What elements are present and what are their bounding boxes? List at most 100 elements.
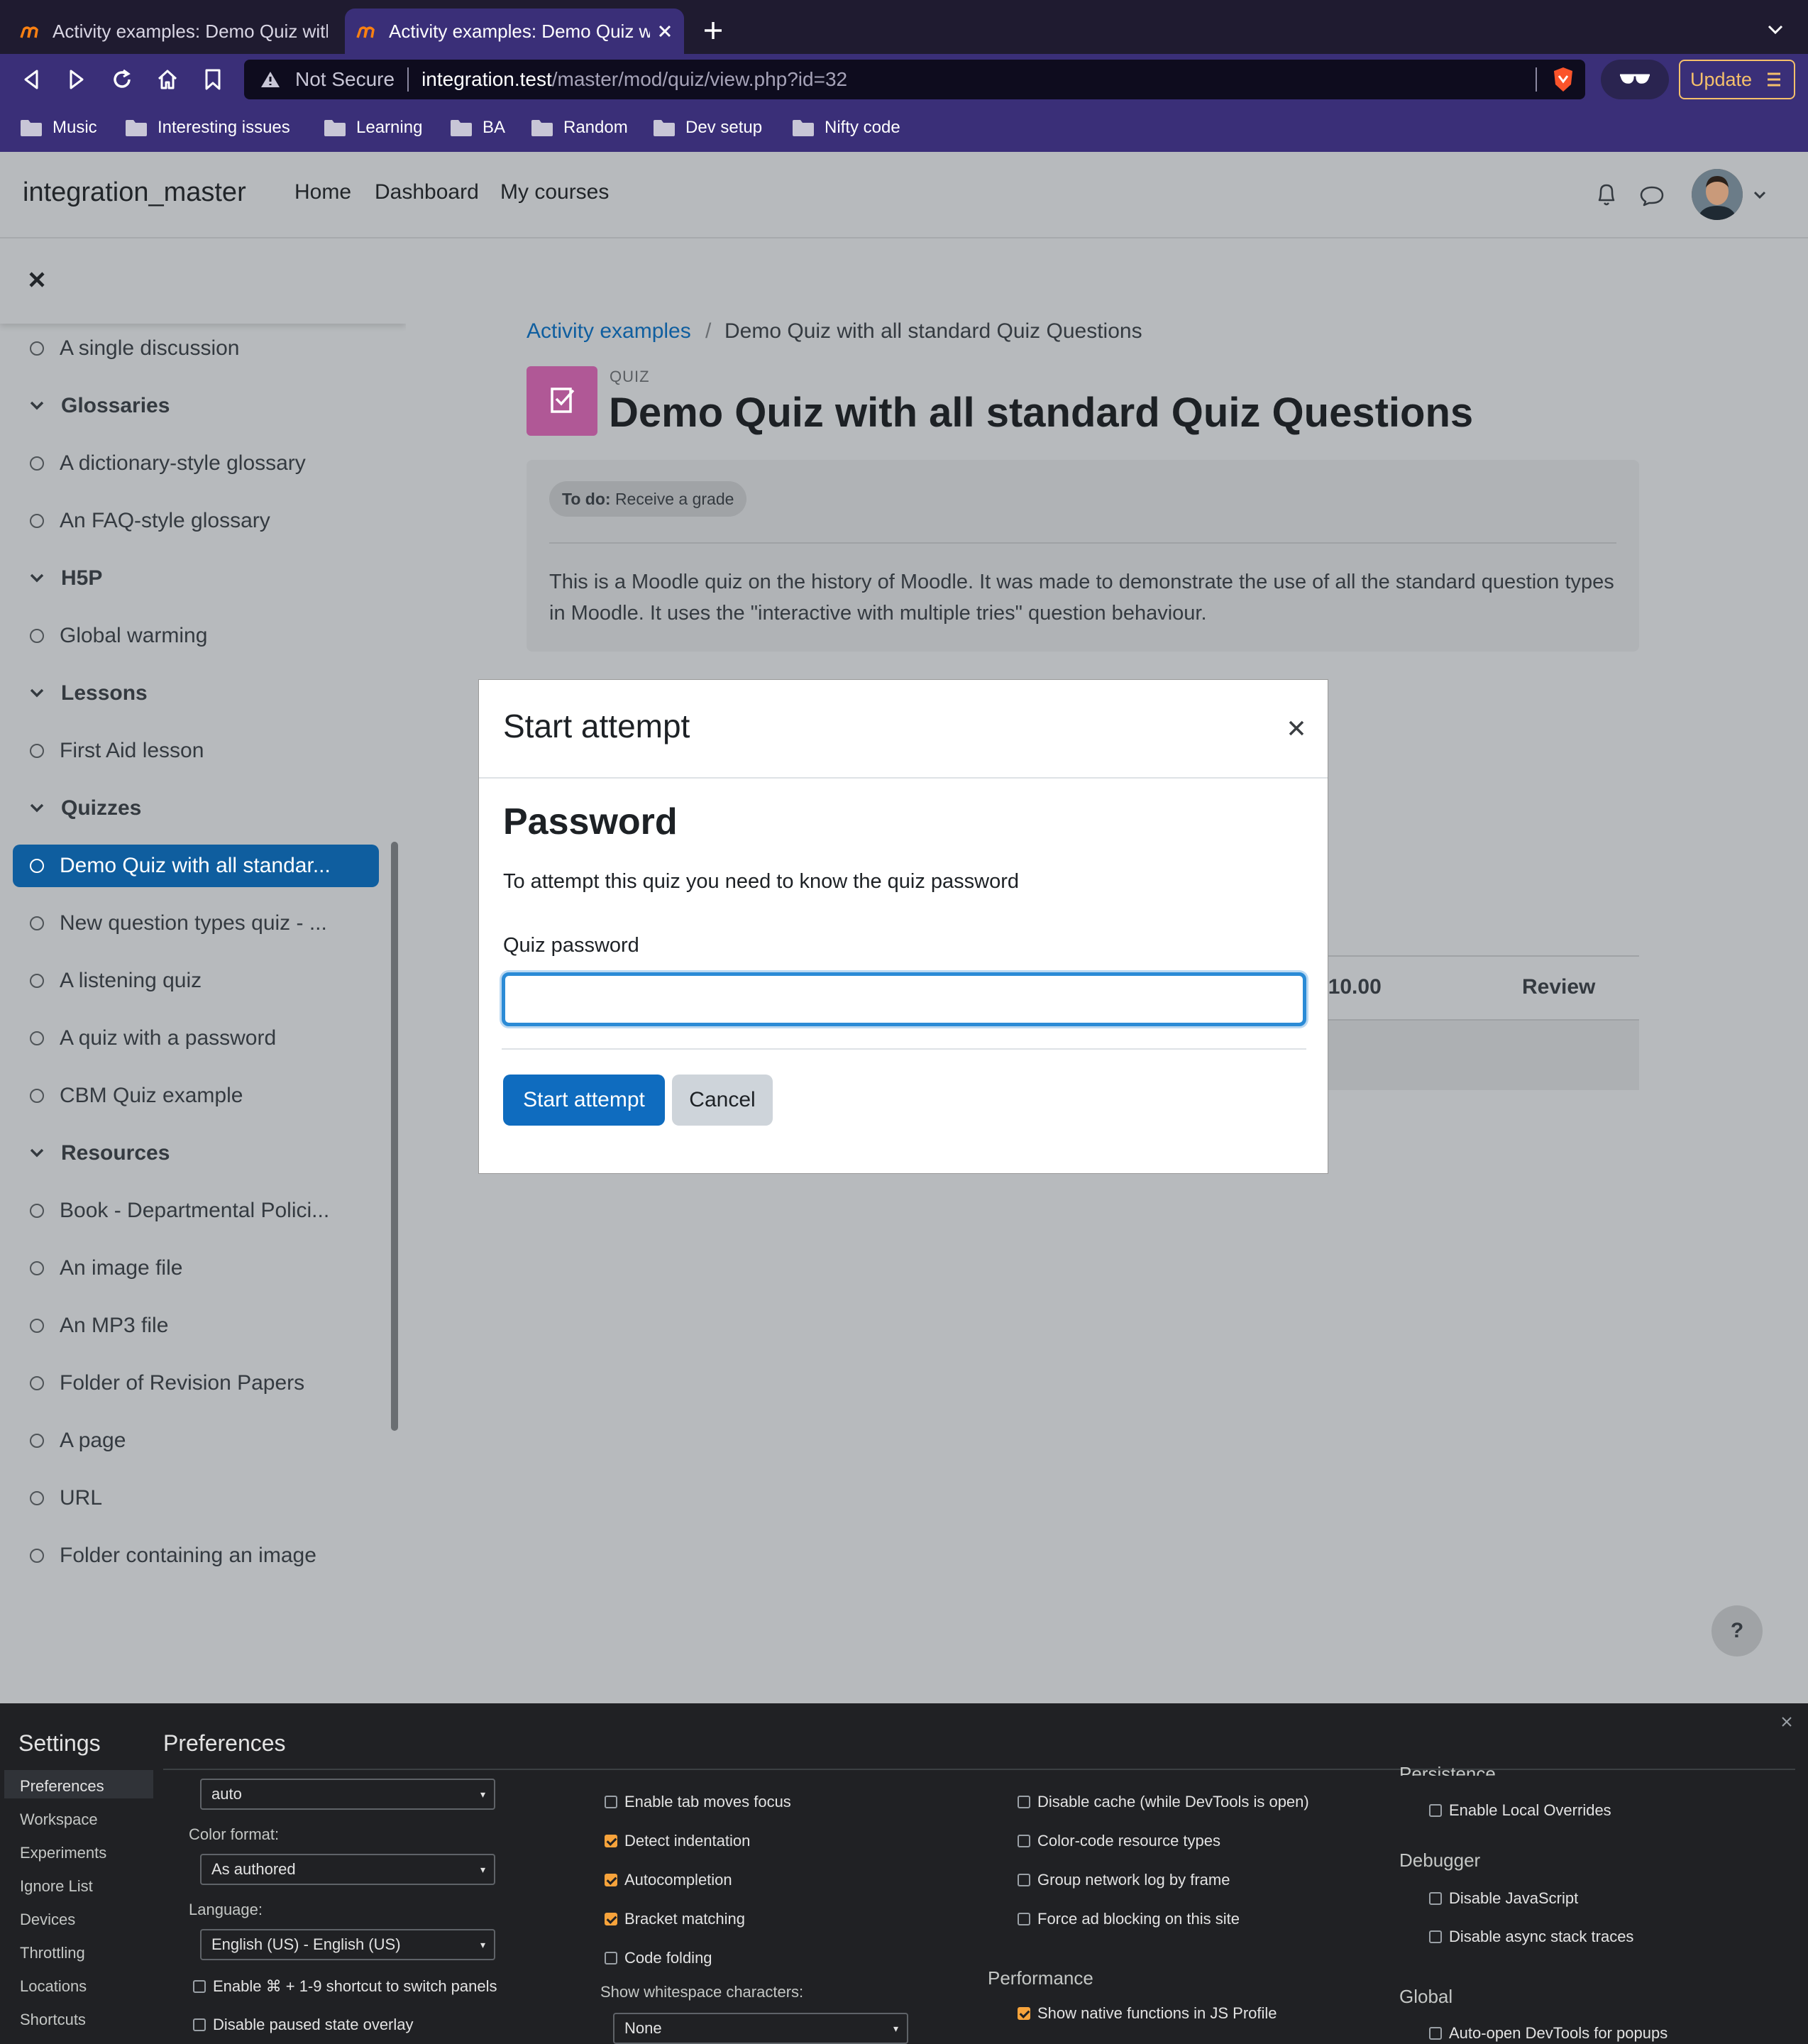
devtools-sidebar-item[interactable]: Workspace bbox=[20, 1811, 98, 1829]
folder-icon bbox=[324, 120, 346, 136]
course-section-11[interactable]: Quizzes bbox=[0, 787, 406, 830]
brave-shields-icon[interactable] bbox=[1551, 66, 1575, 93]
notification-bell-icon[interactable] bbox=[1595, 182, 1618, 207]
back-icon[interactable] bbox=[20, 68, 43, 91]
course-section-17[interactable]: Resources bbox=[0, 1132, 406, 1175]
devtools-sidebar-item[interactable]: Experiments bbox=[20, 1844, 106, 1862]
chevron-down-icon[interactable] bbox=[28, 1145, 45, 1162]
course-activity-18[interactable]: Book - Departmental Polici... bbox=[0, 1189, 406, 1232]
nav-dashboard[interactable]: Dashboard bbox=[375, 180, 479, 204]
devtools-option-checkbox[interactable]: Group network log by frame bbox=[1018, 1871, 1230, 1889]
drawer-scrollbar[interactable] bbox=[391, 842, 398, 1431]
folder-icon bbox=[654, 120, 675, 136]
course-activity-8[interactable]: Global warming bbox=[0, 615, 406, 657]
devtools-option-checkbox[interactable]: Disable cache (while DevTools is open) bbox=[1018, 1793, 1309, 1811]
course-activity-13[interactable]: New question types quiz - ... bbox=[0, 902, 406, 945]
course-activity-20[interactable]: An MP3 file bbox=[0, 1304, 406, 1347]
course-section-7[interactable]: H5P bbox=[0, 557, 406, 600]
devtools-option-checkbox[interactable]: Bracket matching bbox=[605, 1910, 745, 1928]
devtools-sidebar-item[interactable]: Ignore List bbox=[20, 1877, 93, 1896]
course-activity-10[interactable]: First Aid lesson bbox=[0, 730, 406, 772]
chevron-down-icon[interactable] bbox=[28, 800, 45, 817]
browser-tab-1[interactable]: Activity examples: Demo Quiz with all st… bbox=[9, 9, 339, 54]
forward-icon[interactable] bbox=[65, 68, 88, 91]
devtools-option-checkbox[interactable]: Detect indentation bbox=[605, 1832, 750, 1850]
course-activity-24[interactable]: Folder containing an image bbox=[0, 1534, 406, 1577]
activity-circle-icon bbox=[30, 1549, 44, 1563]
disable-paused-overlay-checkbox[interactable]: Disable paused state overlay bbox=[193, 2016, 414, 2034]
site-name[interactable]: integration_master bbox=[23, 177, 246, 208]
course-activity-5[interactable]: A dictionary-style glossary bbox=[0, 442, 406, 485]
chevron-down-icon[interactable] bbox=[28, 397, 45, 414]
switch-panels-shortcut-checkbox[interactable]: Enable ⌘ + 1-9 shortcut to switch panels bbox=[193, 1977, 497, 1996]
address-bar[interactable]: Not Secure integration.test /master/mod/… bbox=[244, 60, 1585, 99]
devtools-option-checkbox[interactable]: Color-code resource types bbox=[1018, 1832, 1220, 1850]
close-icon[interactable] bbox=[1781, 1716, 1792, 1727]
course-activity-14[interactable]: A listening quiz bbox=[0, 960, 406, 1002]
devtools-sidebar-item[interactable]: Locations bbox=[20, 1977, 87, 1996]
local-overrides-checkbox[interactable]: Enable Local Overrides bbox=[1429, 1801, 1611, 1820]
devtools-option-checkbox[interactable]: Autocompletion bbox=[605, 1871, 732, 1889]
nav-home[interactable]: Home bbox=[294, 180, 351, 204]
reload-icon[interactable] bbox=[111, 68, 133, 91]
course-activity-16[interactable]: CBM Quiz example bbox=[0, 1075, 406, 1117]
course-activity-19[interactable]: An image file bbox=[0, 1247, 406, 1290]
home-icon[interactable] bbox=[156, 68, 179, 91]
course-activity-22[interactable]: A page bbox=[0, 1419, 406, 1462]
native-functions-checkbox[interactable]: Show native functions in JS Profile bbox=[1018, 2004, 1277, 2023]
bookmark-learning[interactable]: Learning bbox=[324, 114, 422, 142]
devtools-option-checkbox[interactable]: Enable tab moves focus bbox=[605, 1793, 791, 1811]
bookmark-music[interactable]: Music bbox=[20, 114, 97, 142]
help-button[interactable]: ? bbox=[1711, 1605, 1763, 1656]
bookmark-dev-setup[interactable]: Dev setup bbox=[653, 114, 762, 142]
devtools-sidebar-item[interactable]: Devices bbox=[20, 1911, 75, 1929]
course-activity-15[interactable]: A quiz with a password bbox=[0, 1017, 406, 1060]
course-activity-21[interactable]: Folder of Revision Papers bbox=[0, 1362, 406, 1405]
user-avatar[interactable] bbox=[1692, 169, 1743, 220]
new-tab-icon[interactable] bbox=[702, 20, 724, 41]
cancel-button[interactable]: Cancel bbox=[672, 1075, 773, 1126]
bookmark-ba[interactable]: BA bbox=[450, 114, 505, 142]
reader-mode-button[interactable] bbox=[1601, 60, 1669, 99]
update-button[interactable]: Update bbox=[1679, 60, 1795, 99]
quiz-password-input[interactable] bbox=[502, 972, 1306, 1026]
color-format-select[interactable]: As authored ▾ bbox=[200, 1854, 495, 1885]
close-tab-icon[interactable] bbox=[657, 23, 673, 39]
panel-layout-select[interactable]: auto ▾ bbox=[200, 1779, 495, 1810]
activity-circle-icon bbox=[30, 1434, 44, 1448]
course-section-9[interactable]: Lessons bbox=[0, 672, 406, 715]
browser-tab-bar: Activity examples: Demo Quiz with all st… bbox=[0, 0, 1808, 54]
course-item-label: CBM Quiz example bbox=[60, 1084, 243, 1107]
course-activity-3[interactable]: A single discussion bbox=[0, 327, 406, 370]
bookmark-interesting-issues[interactable]: Interesting issues bbox=[125, 114, 290, 142]
devtools-option-checkbox[interactable]: Force ad blocking on this site bbox=[1018, 1910, 1240, 1928]
chevron-down-icon[interactable] bbox=[28, 570, 45, 587]
user-menu-chevron-icon[interactable] bbox=[1753, 190, 1767, 200]
devtools-option-checkbox[interactable]: Code folding bbox=[605, 1949, 712, 1967]
devtools-sidebar-item[interactable]: Preferences bbox=[20, 1777, 104, 1796]
breadcrumb-course[interactable]: Activity examples bbox=[527, 319, 691, 344]
whitespace-select[interactable]: None ▾ bbox=[613, 2013, 908, 2044]
tab-list-chevron-icon[interactable] bbox=[1767, 24, 1784, 35]
auto-open-devtools-checkbox[interactable]: Auto-open DevTools for popups bbox=[1429, 2024, 1668, 2043]
start-attempt-button[interactable]: Start attempt bbox=[503, 1075, 665, 1126]
language-select[interactable]: English (US) - English (US) ▾ bbox=[200, 1929, 495, 1960]
course-activity-12[interactable]: Demo Quiz with all standar... bbox=[13, 845, 379, 887]
disable-async-checkbox[interactable]: Disable async stack traces bbox=[1429, 1928, 1633, 1946]
chevron-down-icon[interactable] bbox=[28, 685, 45, 702]
browser-tab-2[interactable]: Activity examples: Demo Quiz with all st… bbox=[345, 9, 684, 54]
close-drawer-icon[interactable] bbox=[28, 271, 45, 288]
messages-icon[interactable] bbox=[1639, 185, 1665, 207]
devtools-sidebar-item[interactable]: Throttling bbox=[20, 1944, 85, 1962]
course-activity-6[interactable]: An FAQ-style glossary bbox=[0, 500, 406, 542]
bookmark-random[interactable]: Random bbox=[531, 114, 628, 142]
bookmark-nifty-code[interactable]: Nifty code bbox=[792, 114, 900, 142]
bookmark-icon[interactable] bbox=[203, 68, 223, 91]
course-activity-23[interactable]: URL bbox=[0, 1477, 406, 1520]
nav-my-courses[interactable]: My courses bbox=[500, 180, 609, 204]
disable-javascript-checkbox[interactable]: Disable JavaScript bbox=[1429, 1889, 1578, 1908]
devtools-sidebar-item[interactable]: Shortcuts bbox=[20, 2011, 86, 2029]
course-section-4[interactable]: Glossaries bbox=[0, 385, 406, 427]
close-icon[interactable] bbox=[1288, 720, 1305, 737]
not-secure-label[interactable]: Not Secure bbox=[295, 68, 395, 91]
